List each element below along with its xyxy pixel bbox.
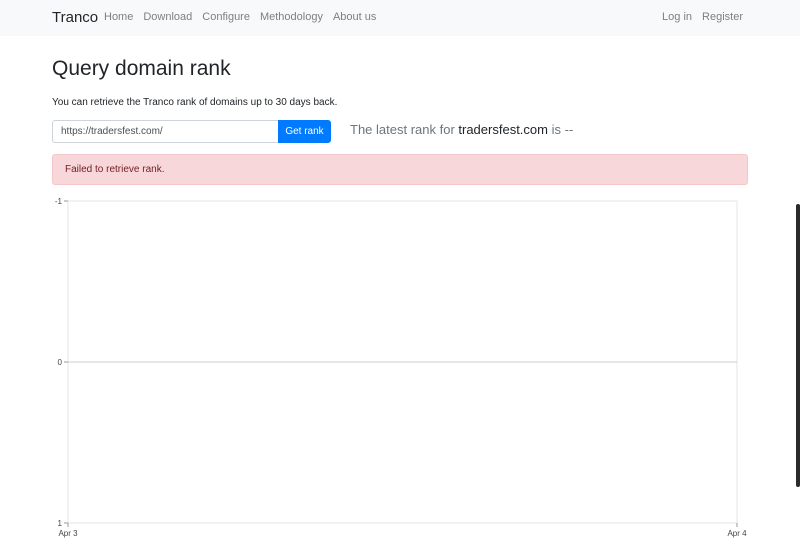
- y-tick-label: 0: [58, 358, 63, 367]
- page-title: Query domain rank: [52, 57, 231, 80]
- latest-rank-prefix: The latest rank for: [350, 122, 459, 137]
- get-rank-button[interactable]: Get rank: [278, 120, 331, 143]
- auth-links: Log in Register: [662, 11, 743, 23]
- page-scrollbar[interactable]: [796, 204, 800, 487]
- x-tick-label: Apr 4: [727, 529, 747, 538]
- latest-rank-middle: is: [547, 122, 565, 137]
- rank-chart: -1 0 1Apr 3 Apr 4: [55, 197, 747, 538]
- nav-configure[interactable]: Configure: [202, 11, 250, 23]
- latest-rank-domain: tradersfest.com: [458, 122, 548, 137]
- error-alert-text: Failed to retrieve rank.: [65, 164, 165, 175]
- page-description: You can retrieve the Tranco rank of doma…: [52, 97, 338, 108]
- y-tick-label: 1: [58, 519, 63, 528]
- brand-link[interactable]: Tranco: [52, 9, 98, 26]
- error-alert: Failed to retrieve rank.: [52, 154, 748, 185]
- nav-methodology[interactable]: Methodology: [260, 11, 323, 23]
- register-link[interactable]: Register: [702, 11, 743, 23]
- domain-input[interactable]: [52, 120, 278, 143]
- nav-links: Home Download Configure Methodology Abou…: [104, 11, 376, 23]
- login-link[interactable]: Log in: [662, 11, 692, 23]
- nav-home[interactable]: Home: [104, 11, 133, 23]
- latest-rank-text: The latest rank for tradersfest.com is -…: [350, 122, 573, 137]
- y-tick-label: -1: [55, 197, 63, 206]
- nav-download[interactable]: Download: [143, 11, 192, 23]
- nav-about-us[interactable]: About us: [333, 11, 376, 23]
- latest-rank-value: --: [564, 122, 574, 137]
- x-tick-label: Apr 3: [58, 529, 78, 538]
- navbar: Tranco Home Download Configure Methodolo…: [0, 0, 800, 36]
